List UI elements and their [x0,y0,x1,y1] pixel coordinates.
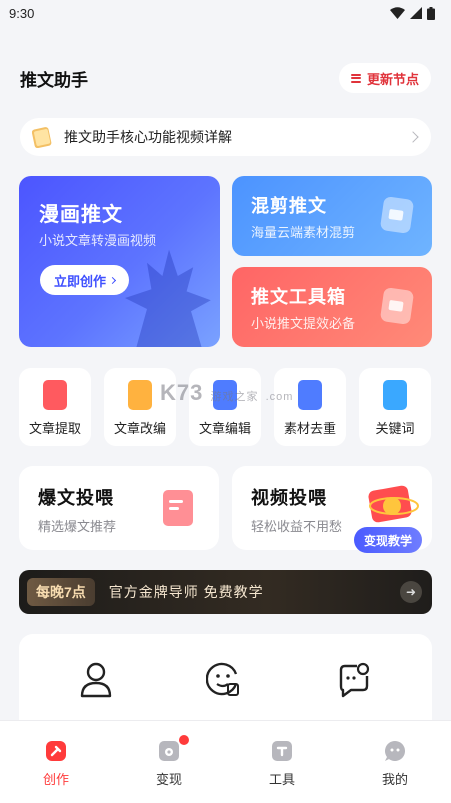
header: 推文助手 更新节点 [20,62,431,94]
book-icon [32,127,52,148]
service-card [19,634,432,734]
status-icons [390,6,435,20]
tab-monetize[interactable]: 变现 [139,735,199,788]
toolbox-card-title: 推文工具箱 [251,287,346,307]
toolbox-card-subtitle: 小说推文提效必备 [251,316,356,331]
signal-icon [410,7,422,19]
mix-card-subtitle: 海量云端素材混剪 [251,225,356,240]
tool-label: 文章提取 [28,421,81,436]
document-icon [163,490,193,526]
update-node-label: 更新节点 [366,71,419,87]
monetize-tutorial-badge[interactable]: 变现教学 [353,527,422,553]
notification-dot [179,735,189,745]
create-now-button[interactable]: 立即创作 [40,265,129,295]
tab-label: 变现 [155,772,182,787]
video-feed-title: 视频投喂 [251,488,327,508]
promo-time-badge: 每晚7点 [27,578,95,606]
feedback-icon[interactable] [337,662,371,698]
create-icon [46,741,66,761]
monetize-icon [159,741,179,761]
mix-tweet-card[interactable]: 混剪推文 海量云端素材混剪 [232,176,432,256]
tools-icon [272,741,292,761]
tool-keyword[interactable]: 关键词 [359,368,431,446]
status-time: 9:30 [9,5,35,21]
menu-icon [350,73,361,83]
status-bar: 9:30 [0,0,451,26]
tool-label: 素材去重 [283,421,336,436]
red-envelope-icon [368,485,419,523]
bottom-tab-bar: 创作 变现 工具 我的 [0,720,451,803]
comic-card-title: 漫画推文 [39,204,123,226]
tab-label: 工具 [268,772,295,787]
user-icon[interactable] [79,662,113,698]
update-node-button[interactable]: 更新节点 [338,63,431,93]
smile-chat-icon[interactable] [206,662,242,698]
video-feed-card[interactable]: 视频投喂 轻松收益不用愁 变现教学 [232,466,432,553]
wifi-icon [390,7,405,19]
tool-label: 文章编辑 [198,421,251,436]
hot-feed-title: 爆文投喂 [38,488,114,508]
watermark: K73 游戏之家 .com [160,380,293,406]
keyword-icon [383,380,407,410]
mix-card-title: 混剪推文 [251,196,327,216]
battery-icon [427,6,435,20]
promo-text: 官方金牌导师 免费教学 [108,584,264,600]
toolbox-icon [379,287,415,325]
toolbox-card[interactable]: 推文工具箱 小说推文提效必备 [232,267,432,347]
chevron-right-icon [108,276,117,284]
watermark-sub: 游戏之家 [210,391,259,403]
tab-label: 我的 [381,772,408,787]
notice-text: 推文助手核心功能视频详解 [64,129,232,145]
hot-feed-subtitle: 精选爆文推荐 [38,519,117,534]
tool-label: 关键词 [375,421,415,436]
profile-icon [385,741,405,761]
dedupe-icon [298,380,322,410]
tool-label: 文章改编 [113,421,166,436]
mentor-promo-banner[interactable]: 每晚7点 官方金牌导师 免费教学 ➜ [19,570,432,614]
character-silhouette-icon [125,249,211,347]
doc-adapt-icon [128,380,152,410]
comic-card-subtitle: 小说文章转漫画视频 [39,233,157,248]
watermark-brand: K73 [160,380,204,405]
tab-label: 创作 [42,772,69,787]
page-title: 推文助手 [20,70,88,90]
tab-profile[interactable]: 我的 [365,739,425,788]
comic-tweet-card[interactable]: 漫画推文 小说文章转漫画视频 立即创作 [19,176,220,347]
clip-icon [379,196,415,234]
tab-create[interactable]: 创作 [26,739,86,788]
watermark-domain: .com [265,391,294,403]
video-feed-subtitle: 轻松收益不用愁 [251,519,343,534]
arrow-right-icon: ➜ [400,581,422,603]
chevron-right-icon [407,131,419,143]
hot-article-feed-card[interactable]: 爆文投喂 精选爆文推荐 [19,466,219,550]
doc-extract-icon [43,380,67,410]
create-now-label: 立即创作 [53,273,106,289]
tutorial-notice[interactable]: 推文助手核心功能视频详解 [20,118,431,156]
tab-tools[interactable]: 工具 [252,739,312,788]
tool-article-extract[interactable]: 文章提取 [19,368,91,446]
